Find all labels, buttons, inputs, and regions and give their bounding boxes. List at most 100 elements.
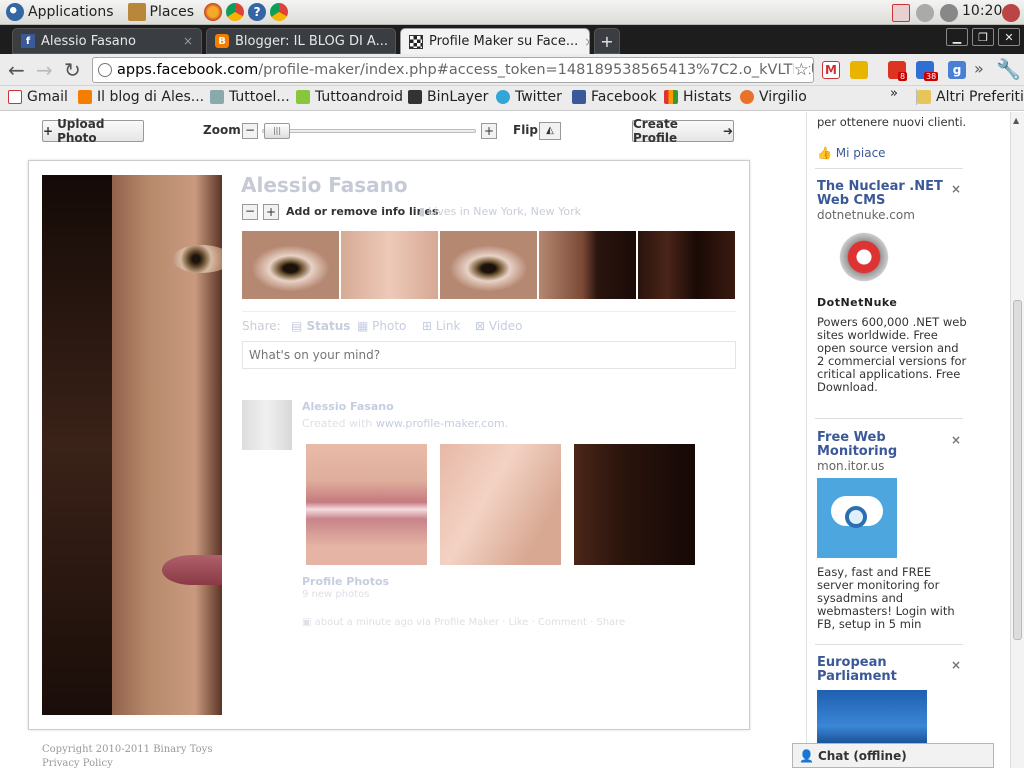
- album-title[interactable]: Profile Photos: [302, 575, 389, 588]
- close-icon[interactable]: ×: [177, 34, 193, 48]
- clock[interactable]: 10:20: [962, 3, 1002, 19]
- ad-title-parliament[interactable]: European Parliament: [817, 656, 947, 684]
- hair-strand: [42, 175, 112, 715]
- zoom-slider[interactable]: [262, 129, 476, 133]
- tab-alessio-fasano[interactable]: f Alessio Fasano ×: [12, 28, 202, 54]
- strip-photo-5[interactable]: [638, 231, 735, 299]
- ad-close-icon[interactable]: ×: [951, 658, 961, 672]
- like-link[interactable]: 👍 Mi piace: [817, 146, 886, 160]
- close-window-button[interactable]: ✕: [998, 28, 1020, 46]
- bookmark-gmail[interactable]: Gmail: [8, 89, 68, 105]
- firefox-icon[interactable]: [204, 3, 223, 21]
- scroll-up-icon[interactable]: ▲: [1013, 116, 1019, 125]
- album-photo-1[interactable]: [306, 444, 427, 565]
- bookmark-twitter[interactable]: Twitter: [496, 89, 562, 105]
- restore-button[interactable]: ❐: [972, 28, 994, 46]
- new-tab-button[interactable]: +: [594, 28, 620, 54]
- other-bookmarks[interactable]: Altri Preferiti: [916, 89, 1024, 105]
- tab-blogger[interactable]: B Blogger: IL BLOG DI A... ×: [206, 28, 396, 54]
- profile-picture[interactable]: [42, 175, 222, 715]
- create-profile-button[interactable]: Create Profile ➜: [632, 117, 734, 145]
- tab-profile-maker[interactable]: Profile Maker su Face... ×: [400, 28, 590, 54]
- cloud-search-icon[interactable]: [817, 478, 897, 558]
- bookmark-label: Il blog di Ales...: [97, 89, 205, 105]
- bookmark-binlayer[interactable]: BinLayer: [408, 89, 488, 105]
- strip-photo-3[interactable]: [440, 231, 537, 299]
- close-icon[interactable]: ×: [388, 34, 395, 48]
- volume-icon[interactable]: [940, 4, 958, 22]
- share-photo-tab[interactable]: ▦ Photo: [357, 319, 406, 333]
- bookmark-blog[interactable]: Il blog di Ales...: [78, 89, 204, 105]
- wrench-icon[interactable]: 🔧: [996, 57, 1021, 81]
- overflow-chevron-icon[interactable]: »: [974, 59, 984, 78]
- extension-arrow-icon[interactable]: [850, 61, 868, 79]
- zoom-slider-handle[interactable]: |||: [264, 123, 290, 139]
- ad-title-monitoring[interactable]: Free Web Monitoring: [817, 431, 947, 459]
- post-meta-label: about a minute ago via Profile Maker · L…: [314, 617, 626, 628]
- gmail-checker-icon[interactable]: M: [822, 61, 840, 79]
- flip-icon: ◭: [546, 125, 554, 136]
- ad-close-icon[interactable]: ×: [951, 433, 961, 447]
- zoom-out-button[interactable]: −: [242, 123, 258, 139]
- bookmarks-overflow-icon[interactable]: »: [890, 86, 898, 101]
- zoom-in-button[interactable]: +: [481, 123, 497, 139]
- strip-photo-4[interactable]: [539, 231, 636, 299]
- address-bar[interactable]: apps.facebook.com/profile-maker/index.ph…: [92, 57, 814, 83]
- share-video-tab[interactable]: ⊠ Video: [475, 319, 523, 333]
- profile-name: Alessio Fasano: [241, 173, 408, 197]
- remove-info-line-button[interactable]: −: [242, 204, 258, 220]
- bookmark-label: BinLayer: [427, 89, 489, 105]
- chat-bar[interactable]: 👤 Chat (offline): [792, 743, 994, 768]
- upload-photo-button[interactable]: + Upload Photo: [42, 117, 144, 145]
- applications-menu[interactable]: Applications: [6, 3, 114, 21]
- strip-photo-1[interactable]: [242, 231, 339, 299]
- android-icon: [296, 90, 310, 104]
- bookmark-virgilio[interactable]: Virgilio: [740, 89, 807, 105]
- photo-icon: ▦: [357, 319, 373, 333]
- google-icon[interactable]: g: [948, 61, 966, 79]
- url-path: /profile-maker/index.php#access_token=14…: [258, 62, 814, 78]
- back-button[interactable]: ←: [8, 58, 25, 82]
- post-author[interactable]: Alessio Fasano: [302, 400, 394, 413]
- places-menu[interactable]: Places: [127, 3, 194, 21]
- close-notification-icon[interactable]: [892, 4, 910, 22]
- lives-in-label: Lives in New York, New York: [428, 205, 582, 218]
- chrome-icon[interactable]: [270, 3, 289, 21]
- network-icon[interactable]: [916, 4, 934, 22]
- strip-photo-2[interactable]: [341, 231, 438, 299]
- forward-button[interactable]: →: [36, 58, 53, 82]
- flip-label: Flip: [513, 123, 539, 137]
- bookmark-histats[interactable]: Histats: [664, 89, 732, 105]
- blogger-icon: [78, 90, 92, 104]
- share-status-tab[interactable]: ▤ Status: [291, 319, 350, 333]
- album-photo-3[interactable]: [574, 444, 695, 565]
- scrollbar-thumb[interactable]: [1013, 300, 1022, 640]
- status-input[interactable]: [242, 341, 736, 369]
- share-link-tab[interactable]: ⊞ Link: [422, 319, 460, 333]
- chrome-icon[interactable]: [226, 3, 245, 21]
- bookmark-label: Histats: [683, 89, 732, 105]
- album-photo-2[interactable]: [440, 444, 561, 565]
- flip-button[interactable]: ◭: [539, 122, 561, 140]
- share-photo-label: Photo: [372, 319, 407, 333]
- bookmark-facebook[interactable]: Facebook: [572, 89, 657, 105]
- privacy-policy-link[interactable]: Privacy Policy: [42, 758, 113, 768]
- bookmark-tuttoandroid[interactable]: Tuttoandroid: [296, 89, 403, 105]
- ad-close-icon[interactable]: ×: [951, 182, 961, 196]
- created-with-link[interactable]: www.profile-maker.com.: [376, 417, 508, 430]
- minimize-button[interactable]: ▁: [946, 28, 968, 46]
- close-icon[interactable]: ×: [578, 35, 589, 49]
- share-link-label: Link: [435, 319, 461, 333]
- power-icon[interactable]: [1002, 4, 1020, 22]
- reload-button[interactable]: ↻: [64, 58, 81, 82]
- ad-image-parliament[interactable]: [817, 690, 927, 750]
- ad-title-dotnetnuke[interactable]: The Nuclear .NET Web CMS: [817, 180, 947, 208]
- help-icon[interactable]: ?: [248, 3, 267, 21]
- add-info-line-button[interactable]: +: [263, 204, 279, 220]
- bookmark-tuttoel[interactable]: Tuttoel...: [210, 89, 290, 105]
- page-scrollbar[interactable]: ▲: [1010, 112, 1024, 768]
- bookmark-star-icon[interactable]: ☆: [793, 58, 809, 82]
- dotnetnuke-logo-icon[interactable]: [837, 228, 891, 286]
- bookmark-label: Gmail: [27, 89, 68, 105]
- post-avatar[interactable]: [242, 400, 292, 450]
